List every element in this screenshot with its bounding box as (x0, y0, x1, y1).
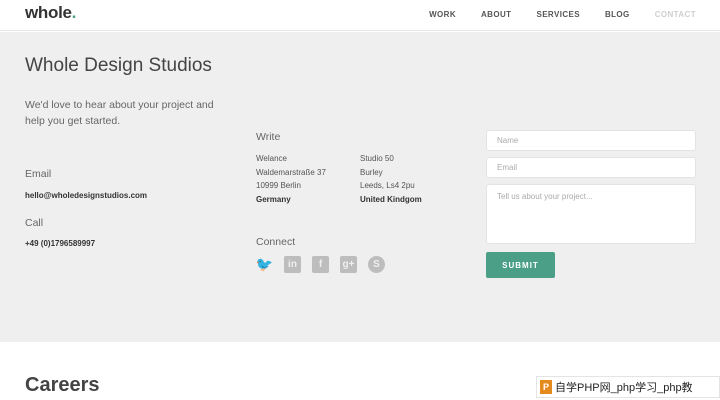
name-input[interactable] (486, 130, 696, 151)
social-links: 🐦 in f g+ S (256, 256, 396, 273)
address-country: United Kindgom (360, 194, 422, 204)
phone-number: +49 (0)1796589997 (25, 239, 96, 248)
nav-blog[interactable]: BLOG (605, 10, 630, 19)
skype-icon[interactable]: S (368, 256, 385, 273)
twitter-icon[interactable]: 🐦 (256, 256, 273, 273)
google-plus-icon[interactable]: g+ (340, 256, 357, 273)
site-header: whole. WORK ABOUT SERVICES BLOG CONTACT (0, 0, 720, 31)
watermark-logo-icon: P (540, 380, 552, 394)
linkedin-icon[interactable]: in (284, 256, 301, 273)
address-line: 10999 Berlin (256, 181, 301, 190)
address-line: Leeds, Ls4 2pu (360, 181, 415, 190)
address-leeds: Studio 50 Burley Leeds, Ls4 2pu United K… (360, 152, 422, 206)
email-link[interactable]: hello@wholedesignstudios.com (25, 191, 147, 200)
careers-heading: Careers (25, 374, 100, 396)
write-heading: Write (256, 131, 281, 143)
facebook-icon[interactable]: f (312, 256, 329, 273)
email-heading: Email (25, 168, 52, 180)
address-berlin: Welance Waldemarstraße 37 10999 Berlin G… (256, 152, 326, 206)
email-input[interactable] (486, 157, 696, 178)
logo-dot: . (71, 3, 77, 22)
submit-button[interactable]: SUBMIT (486, 252, 555, 278)
main-nav: WORK ABOUT SERVICES BLOG CONTACT (404, 10, 696, 19)
watermark-badge: P 自学PHP网_php学习_php教 (536, 376, 720, 398)
logo-text: whole (25, 3, 72, 22)
address-country: Germany (256, 194, 291, 204)
page-title: Whole Design Studios (25, 55, 212, 76)
nav-contact[interactable]: CONTACT (655, 10, 696, 19)
message-textarea[interactable] (486, 184, 696, 244)
connect-heading: Connect (256, 236, 296, 248)
logo[interactable]: whole. (25, 3, 76, 23)
intro-text: We'd love to hear about your project and… (25, 99, 214, 127)
address-line: Burley (360, 167, 383, 177)
address-line: Studio 50 (360, 154, 394, 163)
nav-services[interactable]: SERVICES (536, 10, 580, 19)
address-line: Welance (256, 154, 287, 163)
nav-work[interactable]: WORK (429, 10, 456, 19)
nav-about[interactable]: ABOUT (481, 10, 511, 19)
watermark-text: 自学PHP网_php学习_php教 (555, 382, 693, 394)
address-line: Waldemarstraße 37 (256, 167, 326, 177)
call-heading: Call (25, 217, 44, 229)
